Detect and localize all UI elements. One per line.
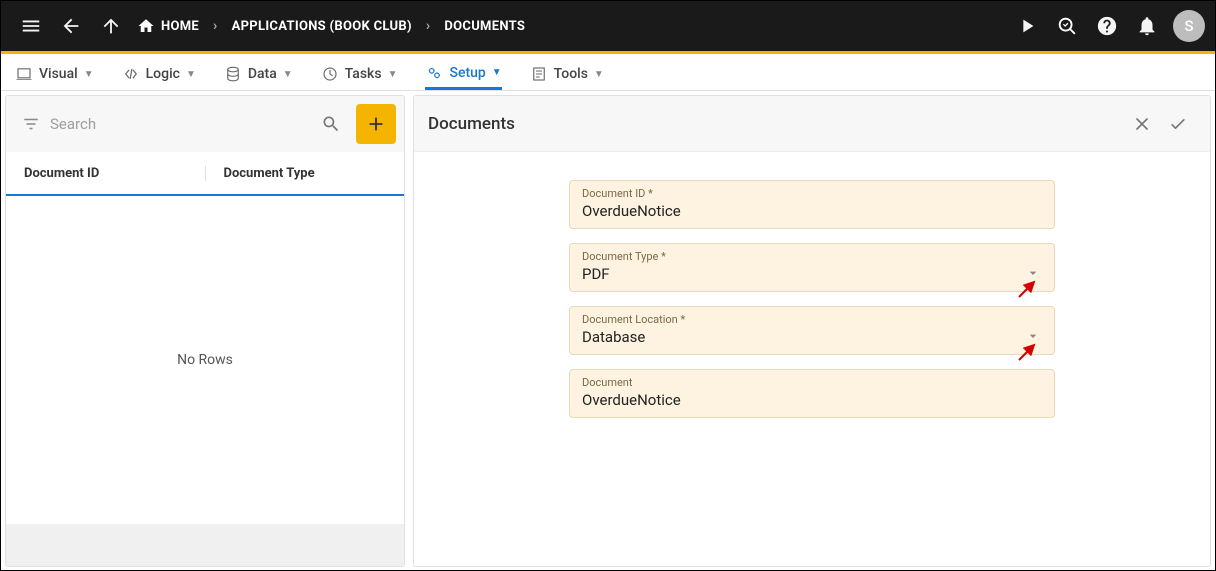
close-icon[interactable] xyxy=(1124,106,1160,142)
help-icon[interactable] xyxy=(1087,6,1127,46)
table-body-empty: No Rows xyxy=(6,196,404,524)
chevron-down-icon[interactable] xyxy=(1024,264,1042,282)
field-document-id[interactable]: Document ID * OverdueNotice xyxy=(569,180,1055,229)
back-icon[interactable] xyxy=(51,6,91,46)
tab-tasks-label: Tasks xyxy=(345,66,382,82)
column-document-type[interactable]: Document Type xyxy=(205,166,405,181)
chevron-down-icon[interactable] xyxy=(1024,327,1042,345)
chevron-down-icon: ▼ xyxy=(186,69,196,80)
field-document-type[interactable]: Document Type * PDF xyxy=(569,243,1055,292)
field-document[interactable]: Document OverdueNotice xyxy=(569,369,1055,418)
tab-logic[interactable]: Logic ▼ xyxy=(122,54,196,90)
chevron-down-icon: ▼ xyxy=(84,69,94,80)
tab-tools[interactable]: Tools ▼ xyxy=(530,54,604,90)
field-value: OverdueNotice xyxy=(582,391,1042,409)
breadcrumb-page-label: DOCUMENTS xyxy=(444,19,525,34)
menu-icon[interactable] xyxy=(11,6,51,46)
tab-data[interactable]: Data ▼ xyxy=(224,54,293,90)
breadcrumb-home-label: HOME xyxy=(161,19,199,34)
right-panel: Documents Document ID * OverdueNotice Do… xyxy=(413,95,1211,567)
document-table: Document ID Document Type No Rows xyxy=(6,152,404,566)
tab-logic-label: Logic xyxy=(146,66,180,82)
notifications-icon[interactable] xyxy=(1127,6,1167,46)
table-footer xyxy=(6,524,404,566)
panel-header: Documents xyxy=(414,96,1210,152)
add-button[interactable] xyxy=(356,104,396,144)
search-global-icon[interactable] xyxy=(1047,6,1087,46)
column-document-id[interactable]: Document ID xyxy=(6,166,205,181)
confirm-icon[interactable] xyxy=(1160,106,1196,142)
breadcrumb-app-label: APPLICATIONS (BOOK CLUB) xyxy=(232,19,412,34)
chevron-down-icon: ▼ xyxy=(492,67,502,78)
chevron-right-icon: › xyxy=(205,18,226,34)
field-label: Document ID * xyxy=(582,187,1042,200)
filter-icon[interactable] xyxy=(20,115,42,133)
chevron-down-icon: ▼ xyxy=(594,69,604,80)
avatar[interactable]: S xyxy=(1173,10,1205,42)
search-input[interactable] xyxy=(50,115,306,133)
chevron-down-icon: ▼ xyxy=(283,69,293,80)
tab-tasks[interactable]: Tasks ▼ xyxy=(321,54,398,90)
chevron-down-icon: ▼ xyxy=(388,69,398,80)
table-header: Document ID Document Type xyxy=(6,152,404,196)
breadcrumb: HOME › APPLICATIONS (BOOK CLUB) › DOCUME… xyxy=(131,17,531,35)
tab-visual[interactable]: Visual ▼ xyxy=(15,54,94,90)
no-rows-label: No Rows xyxy=(177,352,233,368)
field-label: Document Type * xyxy=(582,250,1042,263)
field-value: Database xyxy=(582,328,1042,346)
tab-strip: Visual ▼ Logic ▼ Data ▼ Tasks ▼ Setup ▼ … xyxy=(1,54,1215,91)
tab-setup[interactable]: Setup ▼ xyxy=(425,54,501,90)
play-icon[interactable] xyxy=(1007,6,1047,46)
panel-title: Documents xyxy=(428,114,515,134)
breadcrumb-documents[interactable]: DOCUMENTS xyxy=(438,19,531,34)
search-icon[interactable] xyxy=(314,107,348,141)
field-value: OverdueNotice xyxy=(582,202,1042,220)
field-value: PDF xyxy=(582,265,1042,283)
field-document-location[interactable]: Document Location * Database xyxy=(569,306,1055,355)
tab-data-label: Data xyxy=(248,66,277,82)
chevron-right-icon: › xyxy=(418,18,439,34)
tab-visual-label: Visual xyxy=(39,66,78,82)
top-app-bar: HOME › APPLICATIONS (BOOK CLUB) › DOCUME… xyxy=(1,1,1215,51)
field-label: Document xyxy=(582,376,1042,389)
search-row xyxy=(6,96,404,152)
tab-setup-label: Setup xyxy=(449,65,485,81)
field-label: Document Location * xyxy=(582,313,1042,326)
avatar-initial: S xyxy=(1184,17,1193,35)
main-area: Document ID Document Type No Rows Docume… xyxy=(1,91,1215,571)
tab-tools-label: Tools xyxy=(554,66,588,82)
up-icon[interactable] xyxy=(91,6,131,46)
left-panel: Document ID Document Type No Rows xyxy=(5,95,405,567)
breadcrumb-applications[interactable]: APPLICATIONS (BOOK CLUB) xyxy=(226,19,418,34)
form-area: Document ID * OverdueNotice Document Typ… xyxy=(414,152,1210,418)
breadcrumb-home[interactable]: HOME xyxy=(131,17,205,35)
